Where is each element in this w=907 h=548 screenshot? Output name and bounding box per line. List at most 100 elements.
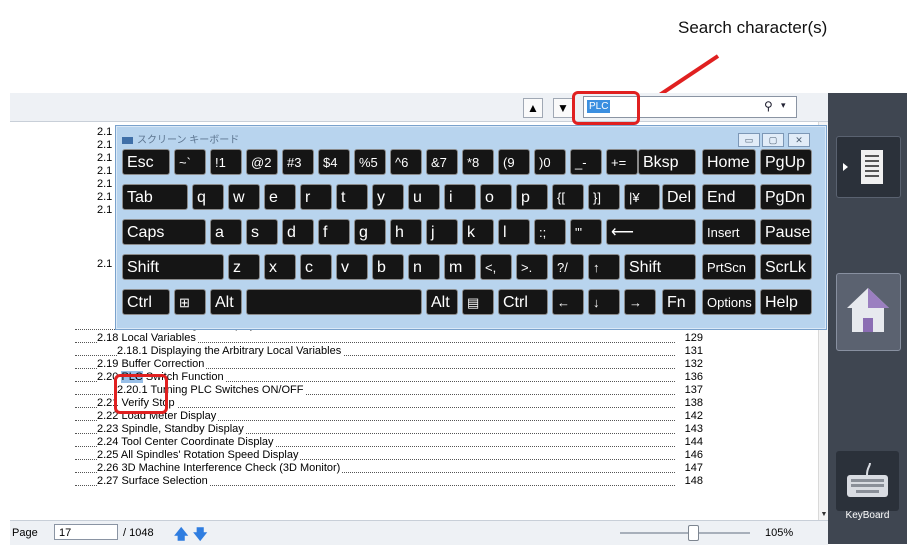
- key-y[interactable]: y: [372, 184, 404, 210]
- key-backspace[interactable]: Bksp: [638, 149, 696, 175]
- key-8[interactable]: *8: [462, 149, 494, 175]
- key-enter[interactable]: ⟵: [606, 219, 696, 245]
- key-i[interactable]: i: [444, 184, 476, 210]
- key-z[interactable]: z: [228, 254, 260, 280]
- key-tilde[interactable]: ~`: [174, 149, 206, 175]
- key-pause[interactable]: Pause: [760, 219, 812, 245]
- key-w[interactable]: w: [228, 184, 260, 210]
- key-5[interactable]: %5: [354, 149, 386, 175]
- key-r[interactable]: r: [300, 184, 332, 210]
- key-h[interactable]: h: [390, 219, 422, 245]
- key-space[interactable]: [246, 289, 422, 315]
- toc-entry[interactable]: 2.23 Spindle, Standby Display 143: [75, 423, 703, 436]
- toc-entry[interactable]: 2.18.1 Displaying the Arbitrary Local Va…: [75, 345, 703, 358]
- key-arrow-left[interactable]: ←: [552, 289, 584, 315]
- key-ctrl-right[interactable]: Ctrl: [498, 289, 548, 315]
- list-button[interactable]: [836, 136, 901, 198]
- key-prtscn[interactable]: PrtScn: [702, 254, 756, 280]
- key-period[interactable]: >.: [516, 254, 548, 280]
- key-bracket-close[interactable]: }]: [588, 184, 620, 210]
- key-e[interactable]: e: [264, 184, 296, 210]
- chevron-down-icon[interactable]: ▾: [781, 100, 786, 111]
- toc-entry[interactable]: 2.27 Surface Selection 148: [75, 475, 703, 488]
- key-0[interactable]: )0: [534, 149, 566, 175]
- key-semicolon[interactable]: :;: [534, 219, 566, 245]
- key-s[interactable]: s: [246, 219, 278, 245]
- key-alt-right[interactable]: Alt: [426, 289, 458, 315]
- toc-entry[interactable]: 2.24 Tool Center Coordinate Display 144: [75, 436, 703, 449]
- home-button[interactable]: [836, 273, 901, 351]
- toc-entry[interactable]: 2.20.1 Turning PLC Switches ON/OFF 137: [75, 384, 703, 397]
- key-b[interactable]: b: [372, 254, 404, 280]
- page-number-input[interactable]: 17: [54, 524, 118, 540]
- key-k[interactable]: k: [462, 219, 494, 245]
- next-result-button[interactable]: ▼: [553, 98, 573, 118]
- key-equals[interactable]: +=: [606, 149, 638, 175]
- toc-entry[interactable]: 2.22 Load Meter Display 142: [75, 410, 703, 423]
- key-ctrl-left[interactable]: Ctrl: [122, 289, 170, 315]
- previous-result-button[interactable]: ▲: [523, 98, 543, 118]
- key-v[interactable]: v: [336, 254, 368, 280]
- key-shift-right[interactable]: Shift: [624, 254, 696, 280]
- zoom-slider-thumb[interactable]: [688, 525, 699, 541]
- key-3[interactable]: #3: [282, 149, 314, 175]
- key-windows[interactable]: ⊞: [174, 289, 206, 315]
- maximize-button[interactable]: ▢: [762, 133, 784, 147]
- key-insert[interactable]: Insert: [702, 219, 756, 245]
- key-home[interactable]: Home: [702, 149, 756, 175]
- key-arrow-up[interactable]: ↑: [588, 254, 620, 280]
- key-o[interactable]: o: [480, 184, 512, 210]
- key-arrow-down[interactable]: ↓: [588, 289, 620, 315]
- key-options[interactable]: Options: [702, 289, 756, 315]
- key-q[interactable]: q: [192, 184, 224, 210]
- key-minus[interactable]: _-: [570, 149, 602, 175]
- key-t[interactable]: t: [336, 184, 368, 210]
- key-2[interactable]: @2: [246, 149, 278, 175]
- toc-entry[interactable]: 2.26 3D Machine Interference Check (3D M…: [75, 462, 703, 475]
- keyboard-button[interactable]: [836, 451, 899, 511]
- key-j[interactable]: j: [426, 219, 458, 245]
- arrow-up-icon[interactable]: 🡅: [174, 524, 188, 548]
- key-c[interactable]: c: [300, 254, 332, 280]
- key-menu[interactable]: ▤: [462, 289, 494, 315]
- toc-entry[interactable]: 2.18 Local Variables 129: [75, 332, 703, 345]
- key-caps[interactable]: Caps: [122, 219, 206, 245]
- key-7[interactable]: &7: [426, 149, 458, 175]
- key-d[interactable]: d: [282, 219, 314, 245]
- key-1[interactable]: !1: [210, 149, 242, 175]
- key-l[interactable]: l: [498, 219, 530, 245]
- key-u[interactable]: u: [408, 184, 440, 210]
- key-help[interactable]: Help: [760, 289, 812, 315]
- key-alt-left[interactable]: Alt: [210, 289, 242, 315]
- key-arrow-right[interactable]: →: [624, 289, 656, 315]
- key-a[interactable]: a: [210, 219, 242, 245]
- toc-entry[interactable]: 2.21 Verify Stop 138: [75, 397, 703, 410]
- key-quote[interactable]: "': [570, 219, 602, 245]
- key-fn[interactable]: Fn: [662, 289, 696, 315]
- search-icon[interactable]: ⚲: [764, 99, 773, 113]
- close-button[interactable]: ✕: [788, 133, 810, 147]
- key-6[interactable]: ^6: [390, 149, 422, 175]
- key-g[interactable]: g: [354, 219, 386, 245]
- key-scrlk[interactable]: ScrLk: [760, 254, 812, 280]
- key-pgdn[interactable]: PgDn: [760, 184, 812, 210]
- toc-entry-highlighted[interactable]: 2.20 PLC Switch Function 136: [75, 371, 703, 384]
- key-9[interactable]: (9: [498, 149, 530, 175]
- key-bracket-open[interactable]: {[: [552, 184, 584, 210]
- key-end[interactable]: End: [702, 184, 756, 210]
- key-esc[interactable]: Esc: [122, 149, 170, 175]
- key-slash[interactable]: ?/: [552, 254, 584, 280]
- key-del[interactable]: Del: [662, 184, 696, 210]
- minimize-button[interactable]: ▭: [738, 133, 760, 147]
- toc-entry[interactable]: 2.19 Buffer Correction 132: [75, 358, 703, 371]
- zoom-slider[interactable]: [620, 532, 750, 534]
- key-yen[interactable]: |¥: [624, 184, 660, 210]
- key-n[interactable]: n: [408, 254, 440, 280]
- key-pgup[interactable]: PgUp: [760, 149, 812, 175]
- key-x[interactable]: x: [264, 254, 296, 280]
- key-4[interactable]: $4: [318, 149, 350, 175]
- key-p[interactable]: p: [516, 184, 548, 210]
- toc-entry[interactable]: 2.25 All Spindles' Rotation Speed Displa…: [75, 449, 703, 462]
- key-tab[interactable]: Tab: [122, 184, 188, 210]
- arrow-down-icon[interactable]: 🡇: [193, 524, 207, 548]
